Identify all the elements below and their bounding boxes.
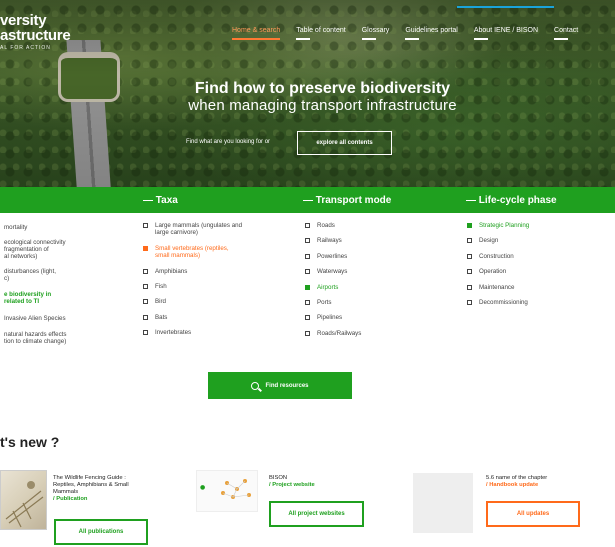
transport-item[interactable]: Ports — [305, 299, 361, 306]
all-updates-button[interactable]: All updates — [486, 501, 580, 527]
transport-item[interactable]: Roads/Railways — [305, 330, 361, 337]
impact-item[interactable]: c) — [4, 275, 9, 282]
lifecycle-item[interactable]: Construction — [467, 253, 529, 260]
taxa-item[interactable]: Invertebrates — [143, 329, 242, 336]
news-card-title[interactable]: The Wildlife Fencing Guide : Reptiles, A… — [53, 475, 153, 503]
taxa-item[interactable]: Amphibians — [143, 268, 242, 275]
checkbox-icon[interactable] — [467, 253, 472, 259]
impact-item[interactable]: al networks) — [4, 253, 37, 260]
checkbox-icon[interactable] — [305, 238, 310, 244]
news-card-title[interactable]: BISON / Project website — [269, 475, 369, 489]
life-cycle-heading: — Life-cycle phase — [466, 195, 557, 206]
checkbox-icon[interactable] — [467, 269, 472, 275]
taxa-item[interactable]: Bird — [143, 298, 242, 305]
publication-thumbnail[interactable] — [0, 470, 47, 530]
checkbox-icon[interactable] — [467, 284, 472, 290]
logo-line-1: versity — [0, 12, 47, 29]
checkbox-icon[interactable] — [467, 300, 472, 306]
impact-item[interactable]: tion to climate change) — [4, 338, 66, 345]
hero-subtitle: when managing transport infrastructure — [188, 97, 457, 114]
impact-item[interactable]: Invasive Alien Species — [4, 315, 66, 322]
transport-item[interactable]: Waterways — [305, 268, 361, 275]
whats-new-heading: t's new ? — [0, 434, 60, 450]
impact-list: mortality ecological connectivity fragme… — [4, 222, 124, 352]
hero-title: Find how to preserve biodiversity — [194, 80, 451, 97]
svg-text:●: ● — [200, 484, 205, 491]
checkbox-icon[interactable] — [305, 330, 310, 336]
checkbox-icon[interactable] — [143, 284, 148, 290]
fence-illustration-icon — [5, 481, 44, 528]
nav-contact[interactable]: Contact — [554, 27, 578, 40]
all-project-websites-button[interactable]: All project websites — [269, 501, 364, 527]
impact-item[interactable]: disturbances (light, — [4, 268, 56, 275]
explore-all-contents-button[interactable]: explore all contents — [297, 131, 392, 155]
nav-glossary[interactable]: Glossary — [361, 27, 389, 40]
checkbox-icon[interactable] — [143, 330, 148, 336]
taxa-heading: — Taxa — [143, 195, 178, 206]
news-tag: / Handbook update — [486, 482, 539, 488]
handbook-update-thumbnail[interactable] — [413, 473, 473, 533]
checkbox-icon[interactable] — [143, 223, 148, 228]
bison-website-thumbnail[interactable]: ● — [196, 470, 258, 512]
lifecycle-item[interactable]: Design — [467, 237, 529, 244]
transport-item[interactable]: Roads — [305, 222, 361, 229]
lifecycle-item-selected[interactable]: Strategic Planning — [467, 222, 529, 229]
checkbox-icon[interactable] — [143, 268, 148, 274]
top-accent-line — [457, 6, 554, 8]
impact-item-selected[interactable]: related to TI — [4, 298, 39, 305]
nav-home-search[interactable]: Home & search — [232, 27, 281, 40]
checkbox-icon[interactable] — [305, 223, 310, 228]
taxa-item-highlighted[interactable]: Small vertebrates (reptiles, small mammal… — [143, 245, 242, 260]
transport-item-selected[interactable]: Airports — [305, 284, 361, 291]
checkbox-icon[interactable] — [305, 269, 310, 275]
nav-about[interactable]: About IENE / BISON — [473, 27, 538, 40]
nav-table-of-content[interactable]: Table of content — [296, 27, 346, 40]
news-tag: / Project website — [269, 482, 315, 488]
hero-find-prompt: Find what are you looking for or — [186, 139, 271, 145]
network-map-icon: ● — [200, 479, 251, 499]
lifecycle-item[interactable]: Decommissioning — [467, 299, 529, 306]
main-navigation: Home & search Table of content Glossary … — [232, 27, 594, 40]
transport-item[interactable]: Powerlines — [305, 253, 361, 260]
checkbox-icon[interactable] — [467, 223, 472, 228]
logo-line-2: astructure — [0, 27, 71, 44]
lifecycle-item[interactable]: Operation — [467, 268, 529, 275]
lifecycle-item[interactable]: Maintenance — [467, 284, 529, 291]
transport-item[interactable]: Railways — [305, 237, 361, 244]
taxa-item[interactable]: Fish — [143, 283, 242, 290]
checkbox-icon[interactable] — [143, 245, 148, 251]
all-publications-button[interactable]: All publications — [54, 519, 148, 545]
site-logo[interactable]: versity astructure AL FOR ACTION — [0, 12, 71, 51]
nav-guidelines-portal[interactable]: Guidelines portal — [405, 27, 458, 40]
impact-item[interactable]: mortality — [4, 224, 27, 231]
taxa-item[interactable]: Large mammals (ungulates and large carniv… — [143, 222, 242, 237]
taxa-item[interactable]: Bats — [143, 314, 242, 321]
search-icon — [251, 381, 260, 390]
checkbox-icon[interactable] — [305, 253, 310, 259]
transport-mode-list: Roads Railways Powerlines Waterways Airp… — [305, 222, 361, 345]
transport-item[interactable]: Pipelines — [305, 314, 361, 321]
checkbox-icon[interactable] — [143, 299, 148, 305]
find-resources-button[interactable]: Find resources — [208, 372, 352, 399]
checkbox-icon[interactable] — [305, 315, 310, 321]
news-card-title[interactable]: 5.6 name of the chapter / Handbook updat… — [486, 475, 596, 489]
checkbox-icon[interactable] — [305, 284, 310, 290]
news-tag: / Publication — [53, 496, 88, 502]
logo-tagline: AL FOR ACTION — [0, 45, 51, 51]
taxa-list: Large mammals (ungulates and large carniv… — [143, 222, 242, 345]
transport-mode-heading: — Transport mode — [303, 195, 392, 206]
checkbox-icon[interactable] — [467, 238, 472, 244]
life-cycle-list: Strategic Planning Design Construction O… — [467, 222, 529, 314]
checkbox-icon[interactable] — [305, 300, 310, 306]
checkbox-icon[interactable] — [143, 314, 148, 320]
